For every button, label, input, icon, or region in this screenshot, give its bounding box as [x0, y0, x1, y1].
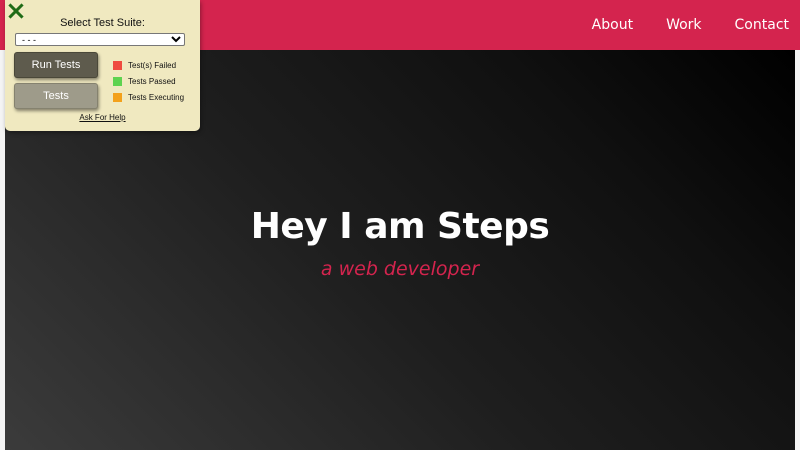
page: About Work Contact Hey I am Steps a web … [0, 0, 800, 450]
nav-links: About Work Contact [592, 0, 789, 50]
legend-item-passed: Tests Passed [113, 73, 184, 89]
tests-button[interactable]: Tests [14, 83, 98, 109]
hero-subtitle: a web developer [320, 258, 480, 280]
test-panel: Select Test Suite: - - - Run Tests Tests… [5, 0, 200, 131]
legend-label-executing: Tests Executing [128, 92, 185, 102]
ask-for-help-link[interactable]: Ask For Help [5, 113, 200, 122]
nav-link-about[interactable]: About [592, 17, 633, 33]
run-tests-button[interactable]: Run Tests [14, 52, 98, 78]
legend-label-passed: Tests Passed [128, 76, 176, 86]
executing-swatch [113, 92, 122, 102]
legend-item-executing: Tests Executing [113, 89, 184, 105]
hero-title: Hey I am Steps [250, 206, 550, 247]
nav-link-contact[interactable]: Contact [735, 17, 789, 33]
test-status-legend: Test(s) Failed Tests Passed Tests Execut… [113, 57, 184, 105]
test-suite-select[interactable]: - - - [15, 33, 185, 46]
nav-link-work[interactable]: Work [666, 17, 701, 33]
legend-item-failed: Test(s) Failed [113, 57, 184, 73]
failed-swatch [113, 60, 122, 70]
legend-label-failed: Test(s) Failed [128, 60, 177, 70]
passed-swatch [113, 76, 122, 86]
panel-title: Select Test Suite: [60, 17, 145, 29]
